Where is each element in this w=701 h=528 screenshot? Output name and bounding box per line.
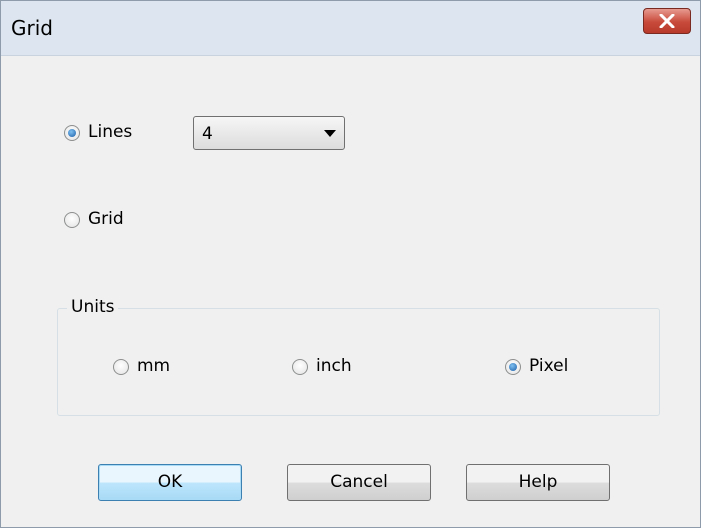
title-bar[interactable]: Grid <box>1 1 700 56</box>
help-button[interactable]: Help <box>466 464 610 501</box>
chevron-down-icon <box>324 130 336 137</box>
lines-radio[interactable] <box>64 125 80 141</box>
lines-label[interactable]: Lines <box>88 122 132 142</box>
units-group-title: Units <box>67 297 119 317</box>
grid-dialog: Grid Lines 4 Grid Units mm inch Pixel OK… <box>0 0 701 528</box>
unit-inch-radio[interactable] <box>292 359 308 375</box>
unit-inch-label[interactable]: inch <box>316 356 352 376</box>
grid-label[interactable]: Grid <box>88 209 124 229</box>
unit-pixel-label[interactable]: Pixel <box>529 356 568 376</box>
unit-mm-radio[interactable] <box>113 359 129 375</box>
cancel-button[interactable]: Cancel <box>287 464 431 501</box>
lines-count-dropdown[interactable]: 4 <box>193 116 345 150</box>
ok-button[interactable]: OK <box>98 464 242 501</box>
unit-pixel-radio[interactable] <box>505 359 521 375</box>
dialog-title: Grid <box>11 16 53 40</box>
close-x-icon <box>659 14 675 28</box>
unit-mm-label[interactable]: mm <box>137 356 170 376</box>
grid-radio[interactable] <box>64 212 80 228</box>
close-button[interactable] <box>643 8 691 34</box>
lines-count-value: 4 <box>202 124 213 144</box>
dialog-content: Lines 4 Grid Units mm inch Pixel OK Canc… <box>1 56 700 527</box>
